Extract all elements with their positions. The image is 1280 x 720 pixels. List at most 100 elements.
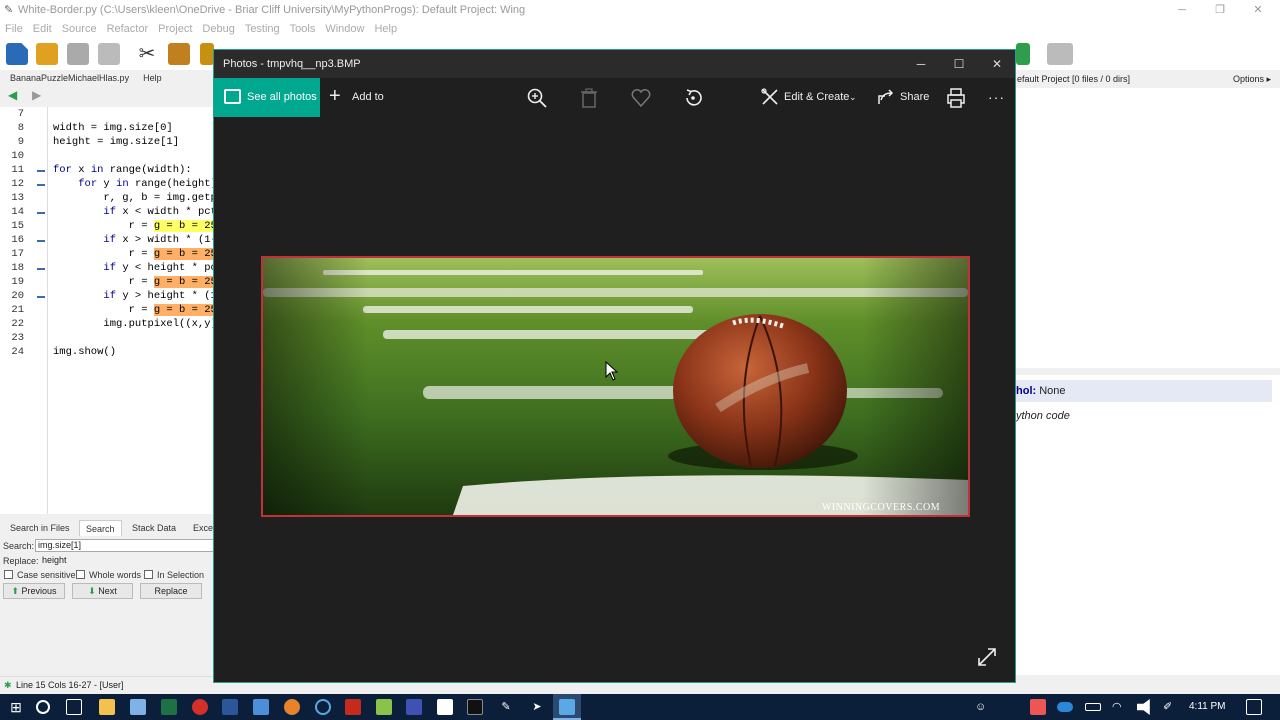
rotate-icon[interactable]	[682, 87, 704, 109]
project-header: efault Project [0 files / 0 dirs] Option…	[1016, 70, 1280, 88]
notifications-icon[interactable]	[1246, 699, 1262, 715]
menu-source[interactable]: Source	[57, 20, 102, 38]
menu-project[interactable]: Project	[153, 20, 197, 38]
in-selection-checkbox[interactable]	[144, 570, 153, 579]
notepad-plus-icon[interactable]	[376, 699, 392, 715]
case-sensitive-checkbox[interactable]	[4, 570, 13, 579]
save-icon[interactable]	[67, 43, 89, 65]
app-icon-5[interactable]	[406, 699, 422, 715]
more-icon[interactable]: ···	[988, 78, 1006, 117]
people-icon[interactable]: ☺	[975, 699, 991, 715]
menu-help[interactable]: Help	[369, 20, 402, 38]
options-menu[interactable]: Options ▸	[1233, 70, 1271, 88]
print-icon[interactable]	[945, 87, 967, 109]
delete-icon[interactable]	[578, 87, 600, 109]
open-folder-icon[interactable]	[36, 43, 58, 65]
line-number: 19	[11, 276, 24, 288]
copy-icon[interactable]	[168, 43, 190, 65]
photos-maximize-button[interactable]: ☐	[940, 50, 978, 78]
football-photo[interactable]: WINNINGCOVERS.COM	[261, 256, 970, 517]
file-explorer-icon[interactable]	[99, 699, 115, 715]
line-number: 20	[11, 290, 24, 302]
tab-search-in-files[interactable]: Search in Files	[4, 520, 76, 536]
fold-marker-icon[interactable]	[37, 296, 45, 298]
pen-workspace-icon[interactable]: ✐	[1163, 699, 1179, 715]
fold-marker-icon[interactable]	[37, 240, 45, 242]
edit-create-button[interactable]: Edit & Create ⌄	[761, 78, 859, 117]
code-editor[interactable]: 7 8 width = img.size[0] 9 height = img.size[…	[0, 107, 223, 514]
next-label: Next	[98, 586, 117, 596]
favorite-icon[interactable]	[630, 87, 652, 109]
app-icon-4[interactable]	[315, 699, 331, 715]
wing-restore-button[interactable]: ❐	[1200, 0, 1240, 20]
project-tree[interactable]	[1016, 88, 1280, 368]
new-file-icon[interactable]	[6, 43, 28, 65]
options-label: Options	[1233, 74, 1265, 84]
menu-debug[interactable]: Debug	[197, 20, 239, 38]
fold-marker-icon[interactable]	[37, 268, 45, 270]
taskbar-clock[interactable]: 4:11 PM	[1189, 694, 1226, 720]
cortana-icon[interactable]	[36, 700, 50, 714]
start-button-icon[interactable]: ⊞	[8, 699, 24, 715]
tab-banana-puzzle[interactable]: BananaPuzzleMichaelHlas.py	[0, 70, 133, 86]
add-to-button[interactable]: + Add to	[329, 78, 389, 117]
search-input[interactable]: img.size[1]	[35, 539, 215, 552]
menu-tools[interactable]: Tools	[285, 20, 321, 38]
tab-search[interactable]: Search	[79, 520, 122, 536]
excel-icon[interactable]	[161, 699, 177, 715]
volume-icon[interactable]	[1137, 699, 1150, 715]
wifi-icon[interactable]: ◠	[1112, 699, 1128, 715]
replace-button[interactable]: Replace	[140, 583, 202, 599]
forward-arrow-icon[interactable]: ▶	[32, 88, 41, 102]
see-all-photos-button[interactable]: See all photos	[214, 78, 320, 117]
photos-minimize-button[interactable]: ─	[902, 50, 940, 78]
tab-stack-data[interactable]: Stack Data	[126, 520, 182, 536]
line-number: 11	[11, 164, 24, 176]
fold-marker-icon[interactable]	[37, 184, 45, 186]
stack-icon[interactable]	[1047, 43, 1073, 65]
menu-window[interactable]: Window	[320, 20, 369, 38]
previous-button[interactable]: ⬆ Previous	[3, 583, 65, 599]
editor-nav-bar: ◀ ▶	[0, 88, 215, 106]
replace-input[interactable]: height	[39, 554, 215, 567]
save-all-icon[interactable]	[98, 43, 120, 65]
expand-icon[interactable]	[977, 647, 997, 667]
cut-icon[interactable]: ✂	[136, 43, 158, 65]
wing-taskbar-icon[interactable]: ➤	[529, 699, 545, 715]
wing-close-button[interactable]: ✕	[1238, 0, 1278, 20]
back-arrow-icon[interactable]: ◀	[8, 88, 17, 102]
photos-close-button[interactable]: ✕	[978, 50, 1016, 78]
wing-status-bar: ✱ Line 15 Cols 16-27 - [User]	[0, 676, 215, 693]
menu-testing[interactable]: Testing	[240, 20, 285, 38]
terminal-icon[interactable]	[467, 699, 483, 715]
filezilla-icon[interactable]	[345, 699, 361, 715]
calculator-icon[interactable]	[437, 699, 453, 715]
app-icon-2[interactable]	[253, 699, 269, 715]
menu-edit[interactable]: Edit	[28, 20, 57, 38]
onedrive-icon[interactable]	[1057, 702, 1073, 712]
search-panel: Search in Files Search Stack Data Excep …	[0, 520, 218, 675]
zoom-icon[interactable]	[526, 87, 548, 109]
app-icon-1[interactable]	[130, 699, 146, 715]
debug-run-icon[interactable]	[1016, 43, 1030, 65]
fold-marker-icon[interactable]	[37, 170, 45, 172]
fold-marker-icon[interactable]	[37, 212, 45, 214]
next-button[interactable]: ⬇ Next	[72, 583, 133, 599]
tray-icon-1[interactable]	[1030, 699, 1046, 715]
replace-label: Replace:	[3, 556, 39, 566]
code-line: if x < width * pct:	[103, 206, 224, 218]
opera-icon[interactable]	[192, 699, 208, 715]
share-button[interactable]: Share	[877, 78, 931, 117]
wing-minimize-button[interactable]: ─	[1162, 0, 1202, 20]
task-view-icon[interactable]	[66, 699, 82, 715]
word-icon[interactable]	[222, 699, 238, 715]
tab-help[interactable]: Help	[133, 70, 166, 86]
menu-file[interactable]: File	[0, 20, 28, 38]
app-icon-3[interactable]	[284, 699, 300, 715]
menu-refactor[interactable]: Refactor	[102, 20, 154, 38]
paste-icon[interactable]	[200, 43, 214, 65]
battery-icon[interactable]	[1085, 703, 1101, 711]
whole-words-checkbox[interactable]	[76, 570, 85, 579]
photos-taskbar-button[interactable]	[553, 694, 581, 720]
pen-icon[interactable]: ✎	[498, 699, 514, 715]
